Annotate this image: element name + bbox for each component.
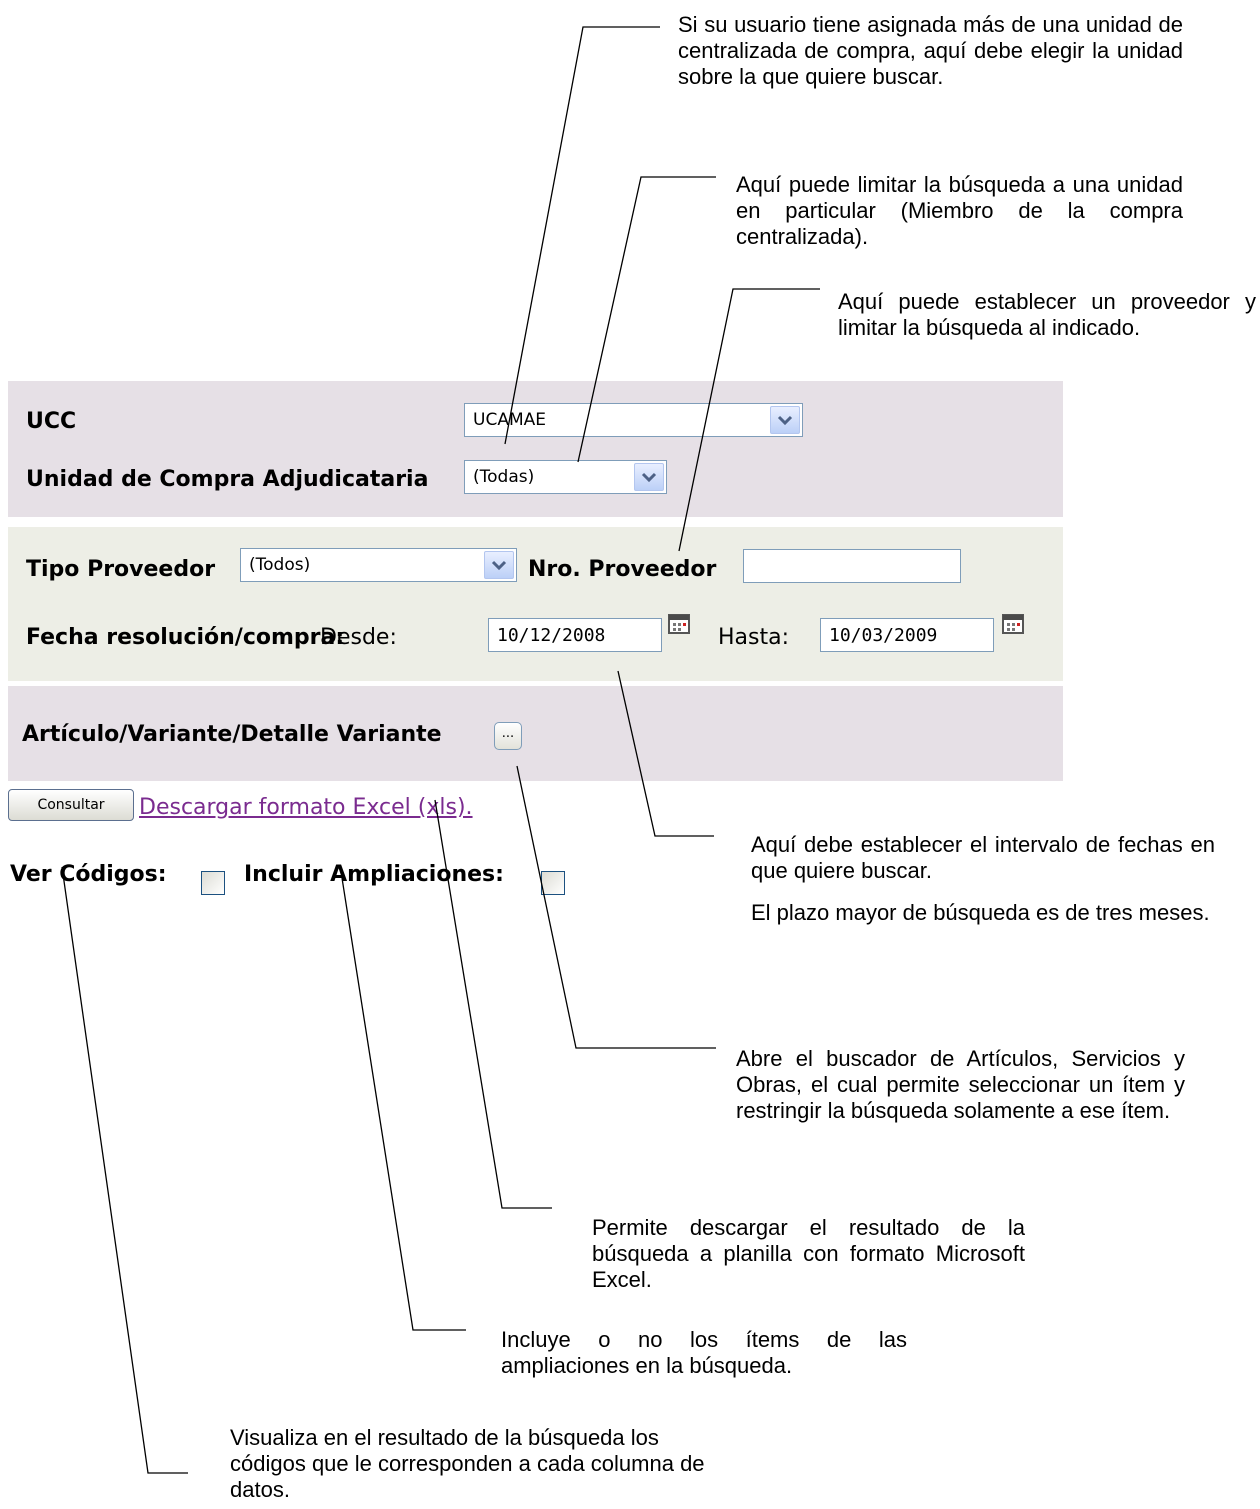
- chevron-down-icon[interactable]: [484, 551, 514, 579]
- unidad-note-text: Aquí puede limitar la búsqueda a una uni…: [736, 172, 1183, 249]
- articulo-note: Abre el buscador de Artículos, Servicios…: [736, 1046, 1185, 1124]
- nro-proveedor-label: Nro. Proveedor: [528, 557, 717, 582]
- unidad-note: Aquí puede limitar la búsqueda a una uni…: [736, 172, 1183, 250]
- tipo-proveedor-value: (Todos): [249, 555, 311, 575]
- hasta-value: 10/03/2009: [829, 625, 938, 646]
- tipo-proveedor-label: Tipo Proveedor: [26, 557, 216, 582]
- ucc-note-text: Si su usuario tiene asignada más de una …: [678, 12, 1183, 89]
- articulo-label: Artículo/Variante/Detalle Variante: [22, 722, 442, 747]
- provider-date-panel: Tipo Proveedor (Todos) Nro. Proveedor Fe…: [8, 527, 1063, 681]
- fechas-note-text-1: Aquí debe establecer el intervalo de fec…: [751, 832, 1215, 883]
- desde-value: 10/12/2008: [497, 625, 606, 646]
- desde-label: Desde:: [320, 625, 397, 650]
- codigos-note: Visualiza en el resultado de la búsqueda…: [230, 1425, 715, 1503]
- ucc-note: Si su usuario tiene asignada más de una …: [678, 12, 1183, 90]
- fechas-note-text-2: El plazo mayor de búsqueda es de tres me…: [751, 900, 1210, 925]
- proveedor-note-text: Aquí puede establecer un proveedor y lim…: [838, 289, 1256, 340]
- fechas-note: Aquí debe establecer el intervalo de fec…: [751, 832, 1215, 926]
- proveedor-note: Aquí puede establecer un proveedor y lim…: [838, 289, 1256, 341]
- incluir-ampliaciones-checkbox[interactable]: [541, 871, 565, 895]
- article-panel: Artículo/Variante/Detalle Variante: [8, 686, 1063, 781]
- ucc-select-value: UCAMAE: [473, 410, 546, 430]
- ampliaciones-note: Incluye o no los ítems de las ampliacion…: [501, 1327, 907, 1379]
- ver-codigos-checkbox[interactable]: [201, 871, 225, 895]
- nro-proveedor-input[interactable]: [743, 549, 961, 583]
- unidad-label: Unidad de Compra Adjudicataria: [26, 467, 429, 492]
- unidad-select-value: (Todas): [473, 467, 535, 487]
- article-search-button[interactable]: ...: [494, 722, 522, 750]
- codigos-callout-line: [61, 866, 188, 1474]
- unit-filter-panel: UCC UCAMAE Unidad de Compra Adjudicatari…: [8, 381, 1063, 517]
- ampliaciones-callout-line: [341, 877, 466, 1331]
- calendar-icon[interactable]: [1002, 613, 1024, 635]
- chevron-down-icon[interactable]: [634, 463, 664, 491]
- unidad-select[interactable]: (Todas): [464, 460, 667, 494]
- excel-download-link[interactable]: Descargar formato Excel (xls).: [139, 795, 473, 820]
- ampliaciones-note-text: Incluye o no los ítems de las ampliacion…: [501, 1327, 907, 1378]
- hasta-label: Hasta:: [718, 625, 790, 650]
- ucc-label: UCC: [26, 409, 77, 434]
- chevron-down-icon[interactable]: [770, 406, 800, 434]
- incluir-ampliaciones-label: Incluir Ampliaciones:: [244, 862, 504, 887]
- articulo-note-text: Abre el buscador de Artículos, Servicios…: [736, 1046, 1185, 1123]
- fecha-label: Fecha resolución/compra:: [26, 625, 345, 650]
- consultar-button[interactable]: Consultar: [8, 789, 134, 821]
- tipo-proveedor-select[interactable]: (Todos): [240, 548, 517, 582]
- excel-note-text: Permite descargar el resultado de la bús…: [592, 1215, 1025, 1292]
- ucc-select[interactable]: UCAMAE: [464, 403, 803, 437]
- excel-note: Permite descargar el resultado de la bús…: [592, 1215, 1025, 1293]
- calendar-icon[interactable]: [668, 613, 690, 635]
- desde-input[interactable]: 10/12/2008: [488, 618, 662, 652]
- codigos-note-text: Visualiza en el resultado de la búsqueda…: [230, 1425, 705, 1502]
- ver-codigos-label: Ver Códigos:: [10, 862, 167, 887]
- hasta-input[interactable]: 10/03/2009: [820, 618, 994, 652]
- articulo-callout-line: [516, 765, 716, 1049]
